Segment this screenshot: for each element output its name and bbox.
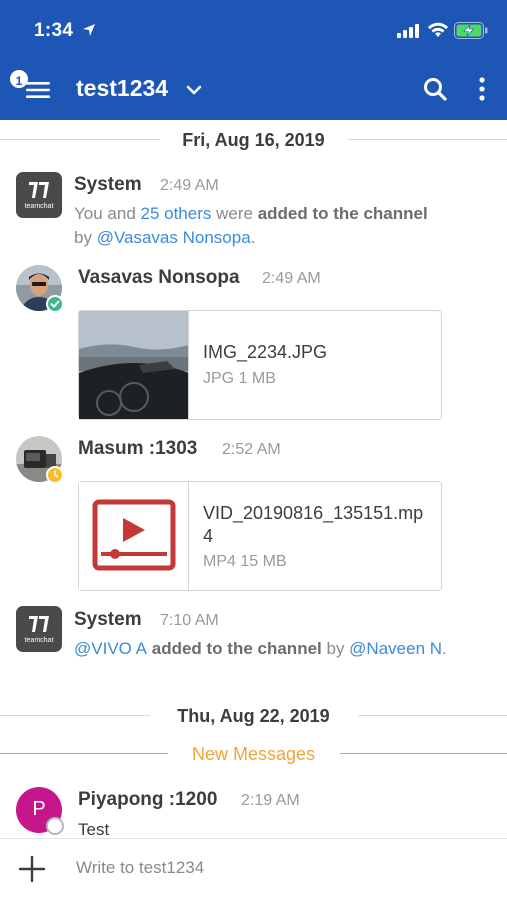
cellular-signal-icon (397, 24, 419, 38)
video-file-thumbnail[interactable] (79, 482, 189, 590)
new-messages-separator: New Messages (0, 739, 507, 769)
app-header: 1:34 1 test1234 (0, 0, 507, 120)
file-meta: JPG 1 MB (203, 370, 276, 387)
location-arrow-icon (83, 24, 95, 36)
online-status-icon (46, 295, 64, 313)
post-sender[interactable]: Piyapong :1200 (78, 789, 217, 811)
teamchat-logo-icon (29, 182, 49, 198)
status-time: 1:34 (34, 20, 74, 41)
post-body: @VIVO A added to the channel by @Naveen … (74, 639, 447, 658)
post-time: 2:49 AM (262, 270, 321, 287)
video-file-icon (92, 499, 176, 571)
date-separator-label: Fri, Aug 16, 2019 (182, 130, 325, 150)
post-sender[interactable]: System (74, 174, 142, 196)
user-mention[interactable]: @VIVO A (74, 639, 147, 658)
away-status-icon (46, 466, 64, 484)
battery-charging-icon (454, 22, 488, 39)
post-time: 2:19 AM (241, 792, 300, 809)
others-link[interactable]: 25 others (141, 204, 212, 223)
actor-mention[interactable]: @Naveen N (349, 639, 442, 658)
post-time: 2:52 AM (222, 441, 281, 458)
post-time: 2:49 AM (160, 177, 219, 194)
file-meta: MP4 15 MB (203, 553, 287, 570)
user-avatar[interactable] (16, 265, 64, 313)
date-separator-label: Thu, Aug 22, 2019 (177, 706, 330, 726)
wifi-icon (428, 22, 448, 37)
offline-status-icon (46, 817, 64, 835)
post-sender[interactable]: Vasavas Nonsopa (78, 267, 240, 289)
teamchat-logo-text: teamchat (24, 637, 54, 644)
file-name: VID_20190816_135151.mp4 (203, 503, 424, 546)
post-time: 7:10 AM (160, 612, 219, 629)
post-text: Test (78, 820, 110, 838)
search-icon[interactable] (422, 76, 448, 102)
message-composer (0, 838, 507, 900)
more-options-icon[interactable] (476, 76, 488, 102)
image-thumbnail[interactable] (79, 311, 189, 419)
status-bar: 1:34 (0, 0, 507, 60)
add-attachment-icon[interactable] (18, 855, 46, 883)
new-messages-label: New Messages (191, 744, 316, 764)
message-list[interactable]: Fri, Aug 16, 2019 teamchat System 2:49 A… (0, 120, 507, 838)
hamburger-menu-icon (26, 82, 50, 98)
user-avatar[interactable]: P (16, 787, 64, 835)
file-attachment[interactable]: IMG_2234.JPG JPG 1 MB (78, 310, 442, 420)
teamchat-logo-icon (29, 616, 49, 632)
post-sender[interactable]: Masum :1303 (78, 438, 197, 460)
system-avatar: teamchat (16, 172, 62, 218)
message-input[interactable] (76, 851, 486, 885)
post-sender[interactable]: System (74, 609, 142, 631)
file-name: IMG_2234.JPG (203, 342, 328, 362)
date-separator: Fri, Aug 16, 2019 (0, 125, 507, 155)
user-mention[interactable]: @Vasavas Nonsopa (97, 228, 251, 247)
user-avatar[interactable] (16, 436, 64, 484)
teamchat-logo-text: teamchat (24, 203, 54, 210)
channel-title[interactable]: test1234 (76, 75, 168, 102)
date-separator: Thu, Aug 22, 2019 (0, 701, 507, 731)
system-avatar: teamchat (16, 606, 62, 652)
chevron-down-icon[interactable] (186, 84, 202, 96)
channel-nav-bar: 1 test1234 (0, 60, 507, 120)
post-body: You and 25 others were added to the chan… (74, 204, 428, 247)
file-attachment[interactable]: VID_20190816_135151.mp4 MP4 15 MB (78, 481, 442, 591)
main-menu-button[interactable]: 1 (8, 68, 54, 104)
